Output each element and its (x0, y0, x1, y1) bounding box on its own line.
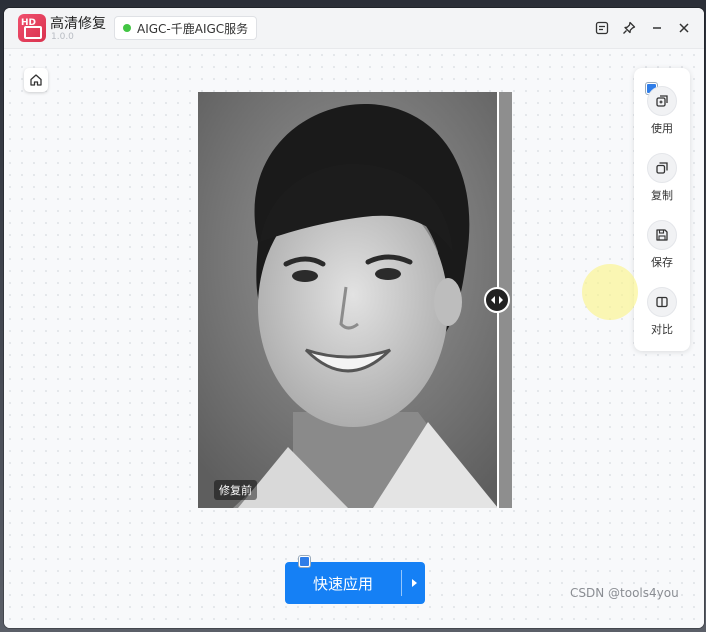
side-action-panel: 使用 复制 保存 对比 (634, 68, 690, 351)
cursor-highlight (582, 264, 638, 320)
result-image[interactable] (198, 92, 512, 508)
copy-button[interactable]: 复制 (634, 153, 690, 213)
use-button[interactable]: 使用 (634, 86, 690, 146)
before-label: 修复前 (214, 480, 257, 500)
service-status-dot (123, 24, 131, 32)
close-button[interactable] (674, 18, 694, 38)
watermark-text: CSDN @tools4you (570, 586, 679, 600)
copy-label: 复制 (651, 189, 673, 202)
quick-apply-button[interactable]: 快速应用 (285, 562, 401, 604)
title-bar: HD 高清修复 1.0.0 AIGC-千鹿AIGC服务 (4, 8, 704, 49)
use-icon (656, 95, 668, 107)
home-icon (30, 74, 42, 86)
app-window: HD 高清修复 1.0.0 AIGC-千鹿AIGC服务 修复前 使用 复制 保存… (4, 8, 704, 628)
compare-icon (656, 296, 668, 308)
caret-right-icon (411, 579, 417, 587)
app-logo-icon: HD (18, 14, 46, 42)
save-icon-circle (647, 220, 677, 250)
save-icon (656, 229, 668, 241)
use-label: 使用 (651, 122, 673, 135)
button-marker-icon (299, 556, 310, 567)
save-button[interactable]: 保存 (634, 220, 690, 280)
compare-icon-circle (647, 287, 677, 317)
apply-options-button[interactable] (402, 562, 425, 604)
minimize-icon (653, 27, 661, 29)
app-version: 1.0.0 (51, 32, 74, 42)
service-label: AIGC-千鹿AIGC服务 (137, 21, 249, 36)
copy-icon (656, 162, 668, 174)
copy-icon-circle (647, 153, 677, 183)
apply-button-group: 快速应用 (285, 562, 425, 604)
close-icon (679, 23, 689, 33)
compare-button[interactable]: 对比 (634, 287, 690, 347)
use-icon-circle (647, 86, 677, 116)
service-selector[interactable]: AIGC-千鹿AIGC服务 (114, 16, 258, 40)
screenshot-button[interactable] (592, 18, 612, 38)
minimize-button[interactable] (647, 18, 667, 38)
compare-label: 对比 (651, 323, 673, 336)
save-label: 保存 (651, 256, 673, 269)
compare-slider-handle[interactable] (484, 287, 510, 313)
portrait-photo (198, 92, 512, 508)
pin-icon (623, 21, 636, 34)
pin-button[interactable] (619, 18, 639, 38)
home-button[interactable] (24, 68, 48, 92)
screenshot-icon (595, 21, 609, 35)
app-name: 高清修复 (50, 16, 106, 32)
drag-arrows-icon (491, 296, 503, 304)
